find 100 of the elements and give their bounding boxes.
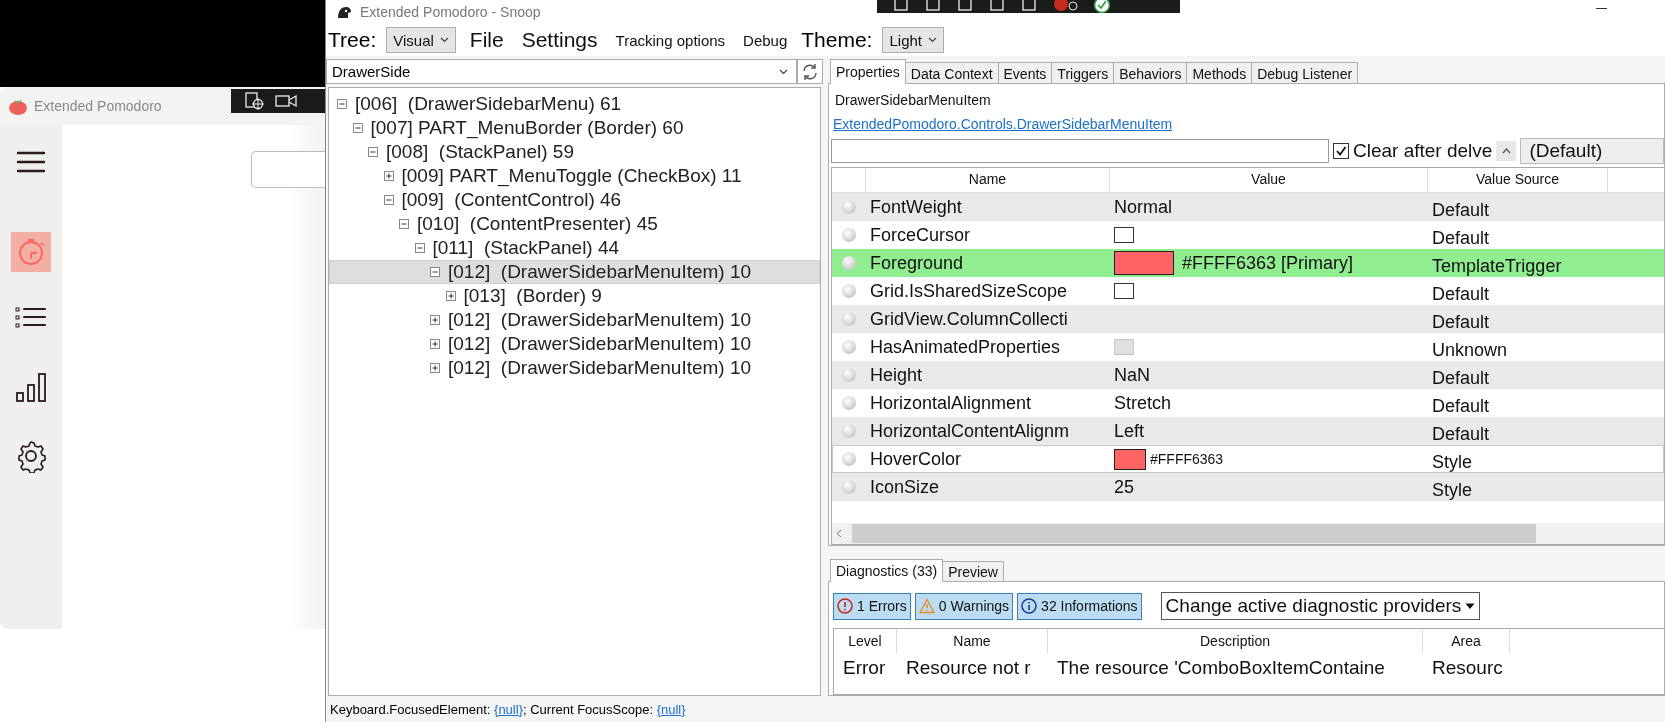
tree-item[interactable]: [012] (DrawerSidebarMenuItem) 10	[329, 308, 820, 332]
menu-item[interactable]: Tracking options	[611, 31, 730, 49]
property-row[interactable]: HoverColor #FFFF6363 Style	[832, 445, 1664, 473]
property-name: ForceCursor	[869, 224, 972, 246]
value-source: Default	[1431, 198, 1491, 221]
dot-icon	[841, 339, 857, 355]
menu-item[interactable]: File	[465, 28, 508, 52]
dot-icon	[841, 255, 857, 271]
dot-icon	[841, 367, 857, 383]
input-field[interactable]	[251, 151, 325, 188]
column-header[interactable]: Name	[897, 629, 1048, 653]
filter-button[interactable]: 0 Warnings	[914, 592, 1014, 620]
status-text: Keyboard.FocusedElement: {null}; Current FocusScope: {null}	[330, 701, 686, 717]
tree-item[interactable]: [009] PART_MenuToggle (CheckBox) 11	[329, 164, 820, 188]
dot-icon	[841, 227, 857, 243]
tab[interactable]: Data Context	[904, 62, 999, 84]
horizontal-scrollbar[interactable]	[832, 523, 1664, 544]
caret-icon	[779, 68, 788, 75]
column-header[interactable]: Description	[1048, 629, 1423, 653]
property-value: 25	[1113, 476, 1136, 498]
tree-item[interactable]: [012] (DrawerSidebarMenuItem) 10	[329, 356, 820, 380]
value-source: Default	[1431, 310, 1491, 333]
theme-dropdown[interactable]: Light	[882, 27, 944, 53]
menu-label: Tree:	[328, 28, 377, 52]
filter-dropdown[interactable]: DrawerSide	[326, 59, 797, 84]
caret-icon	[1465, 602, 1476, 610]
property-value: Stretch	[1113, 392, 1173, 414]
window-title: Extended Pomodoro - Snoop	[360, 4, 541, 20]
status-link[interactable]: {null}	[656, 701, 686, 717]
error-badge-icon[interactable]	[1053, 0, 1079, 12]
filter-button[interactable]: 32 Informations	[1017, 592, 1142, 620]
caret-icon	[439, 37, 449, 43]
type-link[interactable]: ExtendedPomodoro.Controls.DrawerSidebarMenuItem	[831, 112, 1173, 136]
tab[interactable]: Methods	[1186, 62, 1253, 84]
property-value: #FFFF6363 [Primary]	[1182, 252, 1354, 274]
tree-item[interactable]: [010] (ContentPresenter) 45	[329, 212, 820, 236]
property-name: HoverColor	[869, 448, 963, 470]
tree-item[interactable]: [007] PART_MenuBorder (Border) 60	[329, 116, 820, 140]
filter-button[interactable]: 1 Errors	[833, 592, 911, 620]
tree-item[interactable]: [012] (DrawerSidebarMenuItem) 10	[329, 260, 820, 284]
table-cell-text: Error	[842, 656, 887, 679]
property-row[interactable]: FontWeight Normal Default	[832, 193, 1664, 221]
column-header[interactable]: Name	[866, 168, 1110, 192]
tab[interactable]: Triggers	[1051, 62, 1115, 84]
info-icon	[1021, 598, 1038, 614]
dot-icon	[841, 283, 857, 299]
tree-item[interactable]: [006] (DrawerSidebarMenu) 61	[329, 92, 820, 116]
dot-icon	[841, 199, 857, 215]
column-header[interactable]: Area	[1423, 629, 1510, 653]
scroll-up-button[interactable]	[1496, 141, 1517, 161]
checkbox[interactable]	[1114, 227, 1134, 243]
column-header[interactable]: Value	[1110, 168, 1428, 192]
property-name: IconSize	[869, 476, 941, 498]
status-link[interactable]: {null}	[494, 701, 523, 717]
property-value: NaN	[1113, 364, 1151, 386]
property-row[interactable]: Height NaN Default	[832, 361, 1664, 389]
value-source: Default	[1431, 366, 1491, 389]
providers-dropdown[interactable]: Change active diagnostic providers	[1160, 592, 1481, 620]
property-name: FontWeight	[869, 196, 963, 218]
property-name: HorizontalAlignment	[869, 392, 1033, 414]
checkbox[interactable]	[1114, 283, 1134, 299]
value-source: TemplateTrigger	[1431, 254, 1563, 277]
app-icon	[336, 5, 352, 19]
checkbox-label[interactable]: Clear after delve	[1353, 140, 1493, 162]
scope-dropdown[interactable]: (Default)	[1520, 138, 1664, 164]
property-row[interactable]: HorizontalContentAlignm Left Default	[832, 417, 1664, 445]
window-title: Extended Pomodoro	[34, 98, 162, 114]
tree-item[interactable]: [008] (StackPanel) 59	[329, 140, 820, 164]
value-source: Default	[1431, 226, 1491, 249]
table-cell-text: Resourc	[1431, 656, 1504, 679]
dot-icon	[841, 311, 857, 327]
tree-item[interactable]: [013] (Border) 9	[329, 284, 820, 308]
search-field[interactable]	[831, 139, 1329, 163]
property-name: HasAnimatedProperties	[869, 336, 1062, 358]
menu-item[interactable]: Debug	[739, 31, 792, 49]
tab[interactable]: Debug Listener	[1251, 62, 1359, 84]
tree-item[interactable]: [011] (StackPanel) 44	[329, 236, 820, 260]
tab[interactable]: Events	[997, 62, 1053, 84]
checkbox[interactable]	[1333, 143, 1349, 159]
table-cell-text: The resource 'ComboBoxItemContaine	[1056, 656, 1386, 679]
tree-mode-dropdown[interactable]: Visual	[386, 27, 456, 53]
minimize-icon[interactable]	[1596, 8, 1607, 10]
dot-icon	[841, 423, 857, 439]
dot-icon	[841, 479, 857, 495]
property-row[interactable]: IconSize 25 Style	[832, 473, 1664, 501]
property-row[interactable]: Foreground #FFFF6363 [Primary] TemplateTrigger	[832, 249, 1664, 277]
property-value: Normal	[1113, 196, 1173, 218]
tomato-icon	[8, 97, 28, 115]
property-row[interactable]: GridView.ColumnCollecti Default	[832, 305, 1664, 333]
tree-item[interactable]: [012] (DrawerSidebarMenuItem) 10	[329, 332, 820, 356]
tree-item[interactable]: [009] (ContentControl) 46	[329, 188, 820, 212]
column-header[interactable]: Value Source	[1428, 168, 1608, 192]
column-header[interactable]: Level	[834, 629, 897, 653]
menu-item[interactable]: Settings	[517, 28, 602, 52]
property-name: Height	[869, 364, 924, 386]
tab[interactable]: Properties	[830, 59, 906, 84]
dot-icon	[841, 451, 857, 467]
tab[interactable]: Behaviors	[1113, 62, 1188, 84]
tab[interactable]: Diagnostics (33)	[830, 559, 944, 582]
refresh-button[interactable]	[797, 59, 823, 84]
